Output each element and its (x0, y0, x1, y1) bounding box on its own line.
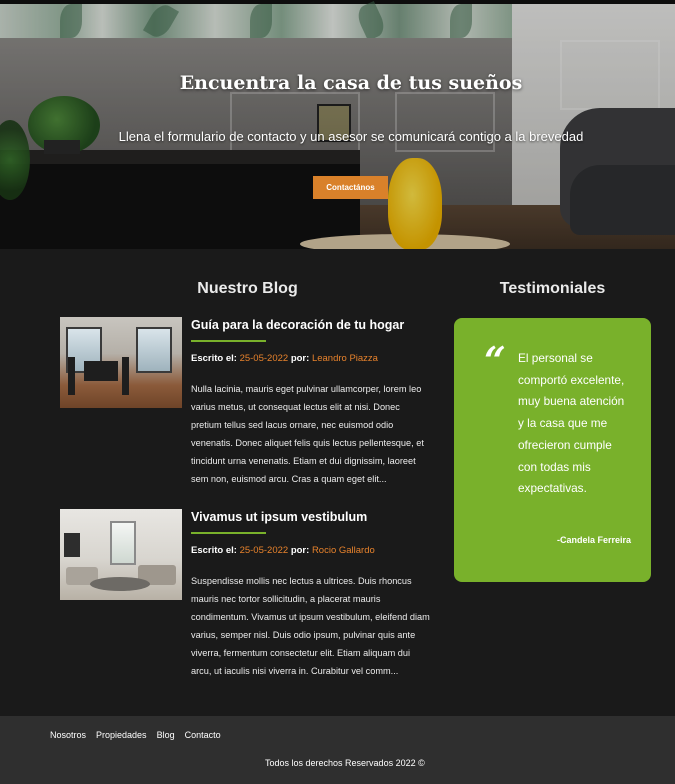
footer-link-contacto[interactable]: Contacto (185, 730, 221, 740)
footer: Nosotros Propiedades Blog Contacto Todos… (0, 716, 675, 784)
post-excerpt: Nulla lacinia, mauris eget pulvinar ulla… (191, 384, 424, 484)
footer-link-blog[interactable]: Blog (157, 730, 175, 740)
footer-link-propiedades[interactable]: Propiedades (96, 730, 147, 740)
quote-icon: “ (484, 338, 506, 383)
title-underline (191, 340, 266, 342)
title-underline (191, 532, 266, 534)
by-label: por: (290, 353, 310, 364)
hero-title: Encuentra la casa de tus sueños (179, 72, 523, 94)
testimonial-author: -Candela Ferreira (556, 535, 631, 545)
testimonial-card: “ El personal se comportó excelente, muy… (454, 318, 651, 582)
post-author: Leandro Piazza (311, 353, 378, 364)
post-meta: Escrito el: 25-05-2022 por: Rocio Gallar… (191, 545, 451, 556)
post-title[interactable]: Guía para la decoración de tu hogar (191, 318, 451, 332)
contact-button[interactable]: Contactános (313, 176, 388, 199)
hero-banner: Encuentra la casa de tus sueños Llena el… (0, 0, 675, 249)
hero-subtitle: Llena el formulario de contacto y un ase… (118, 129, 584, 144)
written-label: Escrito el: (191, 353, 237, 364)
footer-nav: Nosotros Propiedades Blog Contacto (50, 730, 221, 740)
blog-heading: Nuestro Blog (197, 280, 298, 297)
footer-link-nosotros[interactable]: Nosotros (50, 730, 86, 740)
post-title[interactable]: Vivamus ut ipsum vestibulum (191, 510, 451, 524)
post-image[interactable] (60, 317, 182, 408)
post-excerpt: Suspendisse mollis nec lectus a ultrices… (191, 576, 430, 676)
copyright: Todos los derechos Reservados 2022 © (265, 758, 425, 768)
post-date: 25-05-2022 (239, 353, 289, 364)
testimonials-heading: Testimoniales (499, 280, 606, 297)
post-author: Rocio Gallardo (311, 545, 375, 556)
testimonial-text: El personal se comportó excelente, muy b… (518, 351, 625, 496)
post-date: 25-05-2022 (239, 545, 289, 556)
post-meta: Escrito el: 25-05-2022 por: Leandro Piaz… (191, 353, 451, 364)
written-label: Escrito el: (191, 545, 237, 556)
post-image[interactable] (60, 509, 182, 600)
hero-overlay (0, 0, 675, 249)
by-label: por: (290, 545, 310, 556)
